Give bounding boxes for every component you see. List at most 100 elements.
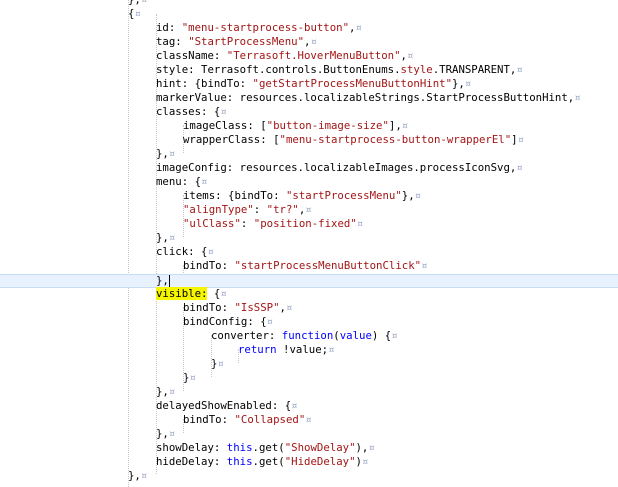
code-token: bindTo: [183, 413, 235, 426]
code-token: "Terrasoft.HoverMenuButton" [226, 49, 401, 62]
code-line[interactable]: imageClass: ["button-image-size"],¤ [0, 119, 618, 133]
code-token: hideDelay: [156, 455, 227, 468]
code-token: "tr?" [266, 203, 299, 216]
code-token: ), [355, 441, 369, 454]
code-token: imageClass: [ [183, 119, 267, 132]
code-token: "position-fixed" [253, 217, 357, 230]
code-line[interactable]: tag: "StartProcessMenu",¤ [0, 35, 618, 49]
code-line[interactable]: },¤ [0, 427, 618, 441]
code-token: items: {bindTo: [183, 189, 286, 202]
code-token: }, [128, 0, 141, 6]
code-line[interactable]: "alignType": "tr?",¤ [0, 203, 618, 217]
code-line[interactable]: bindTo: "Collapsed"¤ [0, 413, 618, 427]
code-token: }, [156, 147, 169, 160]
code-token: ], [388, 119, 402, 132]
line-end-marker: ¤ [516, 161, 523, 174]
code-line[interactable]: style: Terrasoft.controls.ButtonEnums.st… [0, 63, 618, 77]
code-token: "menu-startprocess-button" [181, 21, 350, 34]
line-end-marker: ¤ [189, 371, 196, 384]
code-token: { [207, 287, 221, 300]
code-token: : [253, 203, 267, 216]
code-line[interactable]: "ulClass": "position-fixed"¤ [0, 217, 618, 231]
line-end-marker: ¤ [207, 245, 214, 258]
code-token: bindTo: [183, 259, 235, 272]
code-token: "HideDelay" [284, 455, 356, 468]
code-token: return [238, 343, 277, 356]
code-token: "alignType" [183, 203, 254, 216]
code-line[interactable]: delayedShowEnabled: {¤ [0, 399, 618, 413]
code-line[interactable]: }¤ [0, 357, 618, 371]
code-line[interactable]: },¤ [0, 147, 618, 161]
code-line[interactable]: items: {bindTo: "startProcessMenu"},¤ [0, 189, 618, 203]
code-line[interactable]: {¤ [0, 7, 618, 21]
code-line[interactable]: converter: function(value) {¤ [0, 329, 618, 343]
code-token: "Collapsed" [234, 413, 306, 426]
code-token: }, [128, 469, 141, 482]
code-token: id: [156, 21, 182, 34]
code-line[interactable]: bindConfig: {¤ [0, 315, 618, 329]
code-token: bindConfig: { [183, 315, 267, 328]
code-token: "getStartProcessMenuButtonHint" [252, 77, 452, 90]
code-line[interactable]: },¤ [0, 385, 618, 399]
code-line[interactable]: classes: {¤ [0, 105, 618, 119]
code-line[interactable]: bindTo: "startProcessMenuButtonClick"¤ [0, 259, 618, 273]
line-end-marker: ¤ [328, 343, 335, 356]
code-token: bindTo: [183, 301, 235, 314]
code-token: function [281, 329, 334, 342]
code-token: .get( [252, 441, 285, 454]
code-token: this [226, 455, 253, 468]
highlighted-token: visible: [156, 287, 208, 300]
code-line[interactable]: return !value;¤ [0, 343, 618, 357]
code-line[interactable]: },¤ [0, 469, 618, 483]
code-token: classes: { [156, 105, 221, 118]
code-token: "IsSSP" [234, 301, 280, 314]
text-cursor [168, 275, 170, 287]
code-token: value [339, 329, 372, 342]
code-token: style [400, 63, 433, 76]
code-line[interactable]: wrapperClass: ["menu-startprocess-button… [0, 133, 618, 147]
line-end-marker: ¤ [168, 231, 176, 244]
code-line[interactable]: menu: {¤ [0, 175, 618, 189]
code-token: delayedShowEnabled: { [156, 399, 292, 412]
code-token: }, [156, 274, 169, 287]
line-end-marker: ¤ [361, 455, 369, 468]
code-token: className: [156, 49, 227, 62]
code-line[interactable]: hint: {bindTo: "getStartProcessMenuButto… [0, 77, 618, 91]
code-token: this [226, 441, 253, 454]
line-end-marker: ¤ [220, 105, 227, 118]
line-end-marker: ¤ [516, 63, 523, 76]
code-editor[interactable]: },¤{¤id: "menu-startprocess-button",¤tag… [0, 0, 618, 487]
code-line[interactable]: bindTo: "IsSSP",¤ [0, 301, 618, 315]
code-line[interactable]: hideDelay: this.get("HideDelay")¤ [0, 455, 618, 469]
line-end-marker: ¤ [285, 301, 293, 314]
line-end-marker: ¤ [574, 91, 581, 104]
line-end-marker: ¤ [391, 329, 398, 342]
code-token: .get( [252, 455, 285, 468]
code-token: imageConfig: resources.localizableImages… [156, 161, 517, 174]
line-end-marker: ¤ [168, 385, 176, 398]
code-line[interactable]: className: "Terrasoft.HoverMenuButton",¤ [0, 49, 618, 63]
code-line[interactable]: showDelay: this.get("ShowDelay"),¤ [0, 441, 618, 455]
code-line[interactable]: visible: {¤ [0, 287, 618, 301]
code-token: }, [156, 427, 169, 440]
code-line[interactable]: imageConfig: resources.localizableImages… [0, 161, 618, 175]
code-token: : [240, 217, 254, 230]
code-line[interactable]: },¤ [0, 0, 618, 7]
code-token: "startProcessMenuButtonClick" [234, 259, 422, 272]
code-line[interactable]: markerValue: resources.localizableString… [0, 91, 618, 105]
code-token: converter: [211, 329, 282, 342]
code-line[interactable]: id: "menu-startprocess-button",¤ [0, 21, 618, 35]
code-token: style: Terrasoft.controls.ButtonEnums. [156, 63, 401, 76]
code-line-current[interactable]: }, [0, 274, 618, 288]
code-line[interactable]: click: {¤ [0, 245, 618, 259]
code-token: tag: [156, 35, 189, 48]
line-end-marker: ¤ [140, 469, 148, 482]
line-end-marker: ¤ [517, 133, 525, 146]
line-end-marker: ¤ [368, 441, 375, 454]
line-end-marker: ¤ [464, 77, 472, 90]
line-end-marker: ¤ [310, 35, 317, 48]
line-end-marker: ¤ [414, 189, 422, 202]
code-line[interactable]: },¤ [0, 231, 618, 245]
code-line[interactable]: }¤ [0, 371, 618, 385]
code-token: "startProcessMenu" [285, 189, 402, 202]
